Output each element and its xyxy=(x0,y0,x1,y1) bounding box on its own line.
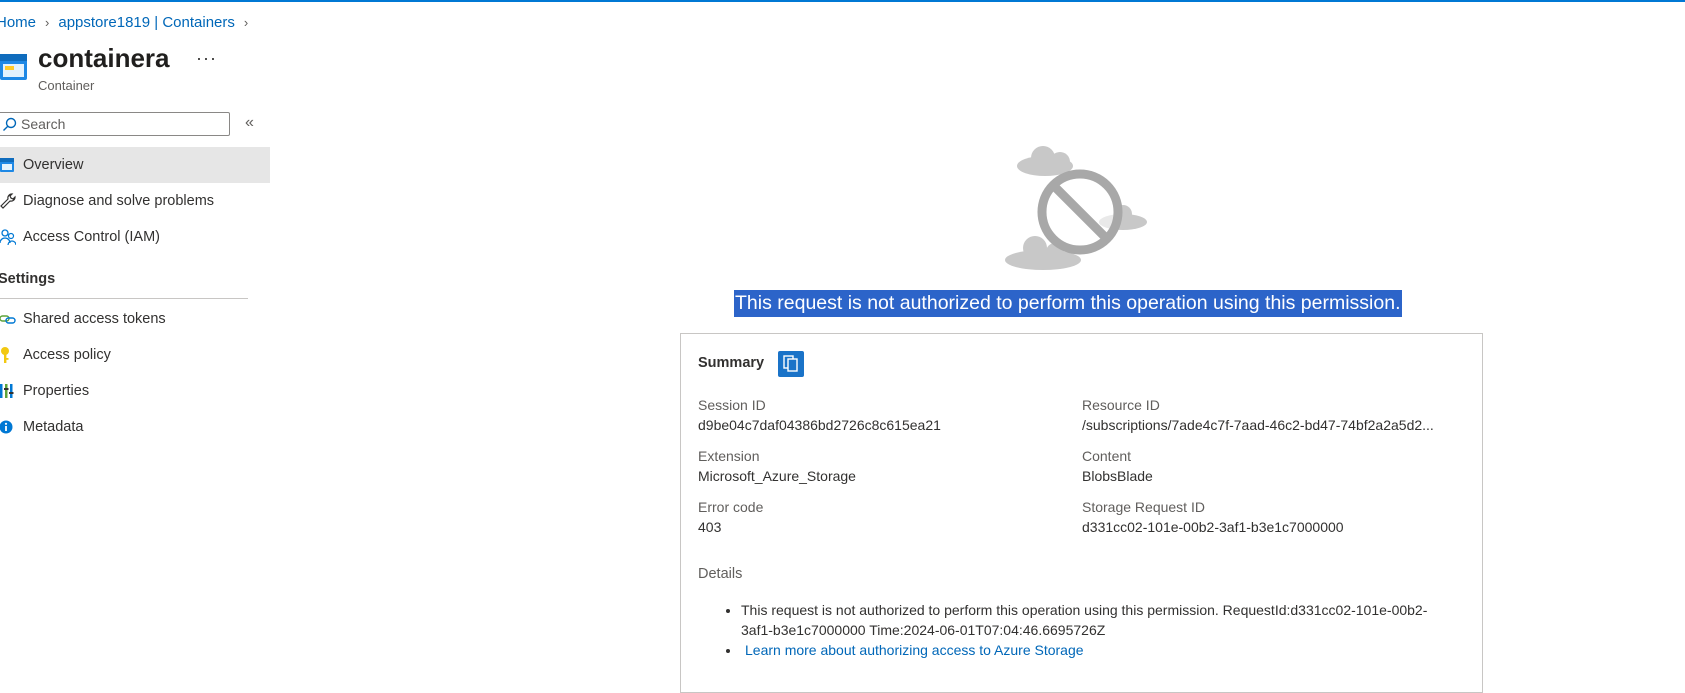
nav-item-properties[interactable]: Properties xyxy=(0,373,270,409)
chevron-right-icon: › xyxy=(243,14,249,30)
properties-icon xyxy=(0,382,16,400)
learn-more-link[interactable]: Learn more about authorizing access to A… xyxy=(745,642,1084,658)
settings-section-header: Settings xyxy=(0,271,56,287)
container-icon xyxy=(0,52,27,82)
search-input[interactable] xyxy=(21,116,221,132)
container-icon xyxy=(0,156,16,174)
unauthorized-cloud-icon xyxy=(1005,144,1155,274)
breadcrumb-containers[interactable]: appstore1819 | Containers xyxy=(58,14,235,31)
collapse-menu-button[interactable]: « xyxy=(245,114,254,132)
details-list: This request is not authorized to perfor… xyxy=(723,600,1446,660)
page-subtitle: Container xyxy=(38,78,95,93)
nav-item-shared-access-tokens[interactable]: Shared access tokens xyxy=(0,301,270,337)
error-code-label: Error code xyxy=(698,499,764,515)
extension-value: Microsoft_Azure_Storage xyxy=(698,468,856,484)
info-icon xyxy=(0,418,16,436)
link-icon xyxy=(0,310,16,328)
nav-item-label: Overview xyxy=(23,157,84,173)
error-code-value: 403 xyxy=(698,519,722,535)
detail-item-link: Learn more about authorizing access to A… xyxy=(741,640,1446,660)
top-accent-line xyxy=(0,0,1685,2)
session-id-label: Session ID xyxy=(698,397,766,413)
breadcrumb: Home › appstore1819 | Containers › xyxy=(0,11,257,33)
error-message: This request is not authorized to perfor… xyxy=(734,290,1402,317)
summary-heading: Summary xyxy=(698,355,765,371)
copy-icon xyxy=(783,355,798,372)
page-title: containera xyxy=(38,43,170,73)
resource-id-value: /subscriptions/7ade4c7f-7aad-46c2-bd47-7… xyxy=(1082,417,1434,433)
more-options-button[interactable]: ··· xyxy=(196,48,217,69)
nav-item-access-policy[interactable]: Access policy xyxy=(0,337,270,373)
key-icon xyxy=(0,346,16,364)
content-value: BlobsBlade xyxy=(1082,468,1153,484)
resource-id-label: Resource ID xyxy=(1082,397,1160,413)
chevron-right-icon: › xyxy=(45,14,50,30)
copy-button[interactable] xyxy=(778,351,804,377)
nav-item-access-control[interactable]: Access Control (IAM) xyxy=(0,219,270,255)
search-box xyxy=(0,112,230,136)
nav-item-label: Diagnose and solve problems xyxy=(23,193,215,209)
nav-item-label: Access Control (IAM) xyxy=(23,229,160,245)
nav-item-overview[interactable]: Overview xyxy=(0,147,270,183)
session-id-value: d9be04c7daf04386bd2726c8c615ea21 xyxy=(698,417,941,433)
nav-item-label: Access policy xyxy=(23,347,111,363)
wrench-icon xyxy=(0,192,16,210)
search-icon xyxy=(3,117,17,131)
nav-item-label: Properties xyxy=(23,383,90,399)
divider xyxy=(0,298,248,299)
nav-item-metadata[interactable]: Metadata xyxy=(0,409,270,445)
content-label: Content xyxy=(1082,448,1132,464)
people-icon xyxy=(0,228,17,246)
nav-item-label: Metadata xyxy=(23,419,84,435)
nav-item-label: Shared access tokens xyxy=(23,311,166,327)
nav-item-diagnose[interactable]: Diagnose and solve problems xyxy=(0,183,270,219)
breadcrumb-home[interactable]: Home xyxy=(0,14,36,31)
detail-item: This request is not authorized to perfor… xyxy=(741,600,1446,640)
details-label: Details xyxy=(698,566,743,582)
storage-request-id-value: d331cc02-101e-00b2-3af1-b3e1c7000000 xyxy=(1082,519,1344,535)
storage-request-id-label: Storage Request ID xyxy=(1082,499,1205,515)
extension-label: Extension xyxy=(698,448,760,464)
error-summary-card: Summary Session ID d9be04c7daf04386bd272… xyxy=(680,333,1483,693)
